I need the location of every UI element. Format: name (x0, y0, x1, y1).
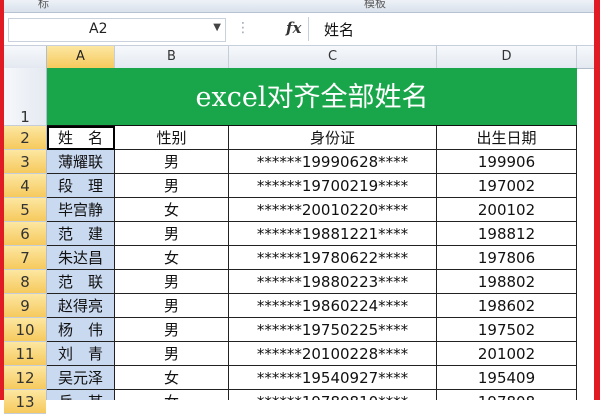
name-cell[interactable]: 范 联 (47, 270, 115, 294)
row-header[interactable]: 12 (4, 366, 46, 390)
name-cell[interactable]: 兵 某 (47, 390, 115, 400)
table-cell[interactable]: 男 (115, 270, 229, 294)
column-header-c[interactable]: C (229, 46, 437, 68)
table-cell[interactable]: 男 (115, 318, 229, 342)
table-cell[interactable]: 女 (115, 198, 229, 222)
formula-content: 姓名 (324, 21, 355, 39)
header-cell[interactable]: 出生日期 (437, 126, 577, 150)
table-cell[interactable]: 男 (115, 294, 229, 318)
table-cell[interactable]: 198802 (437, 270, 577, 294)
table-cell[interactable]: ******19880223**** (229, 270, 437, 294)
table-cell[interactable]: 201002 (437, 342, 577, 366)
table-cell[interactable]: ******19700219**** (229, 174, 437, 198)
table-cell[interactable]: ******19750225**** (229, 318, 437, 342)
table-cell[interactable]: ******19990628**** (229, 150, 437, 174)
row-header[interactable]: 11 (4, 342, 46, 366)
row-header[interactable]: 9 (4, 294, 46, 318)
formula-separator (308, 17, 309, 41)
table-cell[interactable]: 女 (115, 390, 229, 400)
table-cell[interactable]: 197002 (437, 174, 577, 198)
formula-bar: A2 ▼ ⋮ fx 姓名 (4, 13, 594, 46)
merged-title-cell[interactable]: excel对齐全部姓名 (47, 68, 577, 126)
name-cell[interactable]: 薄耀联 (47, 150, 115, 174)
name-box[interactable]: A2 ▼ (8, 18, 226, 42)
table-cell[interactable]: 197808 (437, 390, 577, 400)
table-cell[interactable]: ******20010220**** (229, 198, 437, 222)
table-cell[interactable]: ******19540927**** (229, 366, 437, 390)
row-header[interactable]: 6 (4, 222, 46, 246)
table-cell[interactable]: 男 (115, 150, 229, 174)
table-cell[interactable]: 男 (115, 342, 229, 366)
table-cell[interactable]: ******20100228**** (229, 342, 437, 366)
ribbon: 标 模板 (4, 0, 594, 13)
header-cell[interactable]: 性别 (115, 126, 229, 150)
name-cell[interactable]: 刘 青 (47, 342, 115, 366)
table-cell[interactable]: 197806 (437, 246, 577, 270)
row-headers: 1 2 3 4 5 6 7 8 9 10 11 12 13 (4, 68, 47, 414)
column-header-d[interactable]: D (437, 46, 577, 68)
table-cell[interactable]: ******19780622**** (229, 246, 437, 270)
name-cell[interactable]: 毕宫静 (47, 198, 115, 222)
row-header[interactable]: 5 (4, 198, 46, 222)
ribbon-label-template[interactable]: 模板 (364, 0, 386, 11)
column-header-a[interactable]: A (47, 46, 115, 68)
row-header[interactable]: 3 (4, 150, 46, 174)
table-cell[interactable]: ******19860224**** (229, 294, 437, 318)
select-all-corner[interactable] (4, 46, 47, 68)
screenshot-frame-right (594, 0, 600, 400)
table-cell[interactable]: 男 (115, 174, 229, 198)
ribbon-label-left[interactable]: 标 (38, 0, 49, 11)
header-cell[interactable]: 姓 名 (47, 126, 115, 150)
table-cell[interactable]: ******19780810**** (229, 390, 437, 400)
table-cell[interactable]: 199906 (437, 150, 577, 174)
formula-input[interactable]: 姓名 (314, 18, 590, 40)
table-cell[interactable]: 198812 (437, 222, 577, 246)
name-cell[interactable]: 吴元泽 (47, 366, 115, 390)
table-cell[interactable]: 男 (115, 222, 229, 246)
name-cell[interactable]: 朱达昌 (47, 246, 115, 270)
column-header-b[interactable]: B (115, 46, 229, 68)
splitter-handle-icon[interactable]: ⋮ (236, 20, 250, 36)
column-headers: A B C D (4, 46, 594, 69)
table-cell[interactable]: 195409 (437, 366, 577, 390)
row-header[interactable]: 13 (4, 390, 46, 414)
name-cell[interactable]: 赵得亮 (47, 294, 115, 318)
table-cell[interactable]: 198602 (437, 294, 577, 318)
table-cell[interactable]: 女 (115, 366, 229, 390)
row-header[interactable]: 4 (4, 174, 46, 198)
row-header[interactable]: 1 (4, 68, 46, 126)
row-header[interactable]: 8 (4, 270, 46, 294)
name-cell[interactable]: 段 理 (47, 174, 115, 198)
table-cell[interactable]: 女 (115, 246, 229, 270)
name-box-value: A2 (89, 21, 108, 37)
table-cell[interactable]: 200102 (437, 198, 577, 222)
row-header[interactable]: 2 (4, 126, 46, 150)
insert-function-button[interactable]: fx (286, 19, 301, 37)
header-cell[interactable]: 身份证 (229, 126, 437, 150)
chevron-down-icon[interactable]: ▼ (213, 22, 221, 33)
table-cell[interactable]: ******19881221**** (229, 222, 437, 246)
name-cell[interactable]: 杨 伟 (47, 318, 115, 342)
row-header[interactable]: 10 (4, 318, 46, 342)
sheet-grid[interactable]: excel对齐全部姓名 姓 名性别 身份证 出生日期 薄耀联男 ******199906… (47, 68, 594, 400)
table-cell[interactable]: 197502 (437, 318, 577, 342)
name-cell[interactable]: 范 建 (47, 222, 115, 246)
row-header[interactable]: 7 (4, 246, 46, 270)
